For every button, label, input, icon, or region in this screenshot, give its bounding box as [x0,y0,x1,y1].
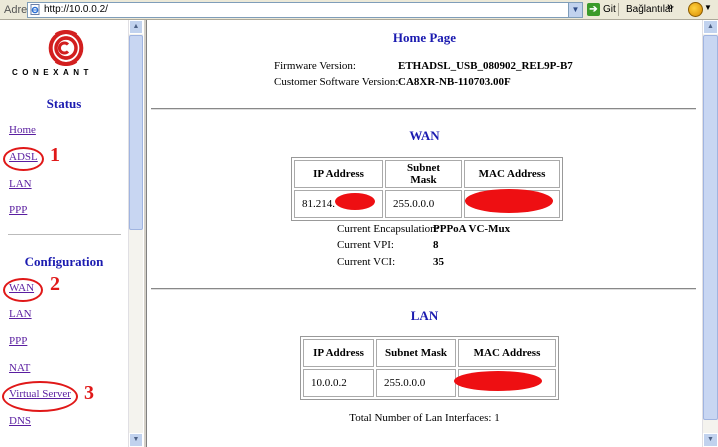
toolbar-separator [618,3,619,16]
page-title: Home Page [392,30,457,45]
left-nav-frame: CONEXANT Status Home ADSL LAN PPP Config… [0,20,143,447]
left-frame-scrollbar[interactable]: ▲ ▼ [128,20,143,447]
scroll-up-arrow-icon[interactable]: ▲ [703,20,718,34]
current-vpi-value: 8 [433,239,439,251]
conexant-logo-icon [48,30,84,66]
current-vci-value: 35 [433,256,444,268]
nav-link-status-ppp[interactable]: PPP [9,204,27,216]
wan-ip-redaction [335,193,375,210]
current-vci-label: Current VCI: [337,256,396,268]
section-divider [151,108,696,110]
total-lan-interfaces-label: Total Number of Lan Interfaces: [349,412,492,424]
total-lan-interfaces-value: 1 [494,412,500,424]
lan-ip-address: 10.0.0.2 [303,369,374,397]
ie-page-icon [30,4,40,15]
globe-icon[interactable] [688,2,703,17]
status-section-title: Status [46,96,82,111]
annotation-number-2: 2 [50,273,60,295]
scroll-thumb[interactable] [703,35,718,420]
nav-link-status-lan[interactable]: LAN [9,178,32,190]
lan-col-ip-address: IP Address [303,339,374,367]
chevron-down-icon[interactable]: ▼ [704,3,712,12]
wan-col-mac-address: MAC Address [464,160,560,188]
main-frame-scrollbar[interactable]: ▲ ▼ [702,20,718,447]
lan-col-subnet-mask: Subnet Mask [376,339,456,367]
customer-software-version-value: CA8XR-NB-110703.00F [398,76,511,88]
annotation-circle-wan [3,278,43,302]
lan-section-title: LAN [410,308,439,323]
go-label: Git [603,4,616,15]
toolbar-overflow-chevron[interactable]: » [667,1,673,13]
firmware-version-label: Firmware Version: [274,60,356,72]
scroll-thumb[interactable] [129,35,143,230]
address-dropdown-button[interactable]: ▼ [568,3,582,17]
annotation-circle-adsl [3,147,44,171]
wan-section-title: WAN [409,128,440,143]
lan-mac-redaction [454,371,542,391]
annotation-circle-virtual-server [2,381,78,412]
go-arrow-icon: ➔ [587,3,600,16]
wan-table-header-row: IP Address Subnet Mask MAC Address [294,160,560,188]
wan-col-ip-address: IP Address [294,160,383,188]
lan-col-mac-address: MAC Address [458,339,556,367]
go-button[interactable]: ➔ Git [587,2,616,17]
nav-link-config-lan[interactable]: LAN [9,308,32,320]
nav-link-config-nat[interactable]: NAT [9,362,30,374]
nav-link-status-home[interactable]: Home [9,124,36,136]
total-lan-interfaces: Total Number of Lan Interfaces: 1 [147,412,702,424]
current-encapsulation-value: PPPoA VC-Mux [433,223,511,235]
customer-software-version-label: Customer Software Version: [274,76,399,88]
current-vpi-label: Current VPI: [337,239,394,251]
lan-info-table: IP Address Subnet Mask MAC Address 10.0.… [300,336,559,400]
section-divider [151,288,696,290]
address-toolbar: Adres http://10.0.0.2/ ▼ ➔ Git Bağlantıl… [0,0,718,20]
nav-link-config-dns[interactable]: DNS [9,415,31,427]
address-input[interactable]: http://10.0.0.2/ ▼ [27,2,583,18]
firmware-version-value: ETHADSL_USB_080902_REL9P-B7 [398,60,573,72]
wan-subnet-mask: 255.0.0.0 [385,190,462,218]
scroll-down-arrow-icon[interactable]: ▼ [129,433,143,447]
scroll-down-arrow-icon[interactable]: ▼ [703,433,718,447]
left-divider [8,234,121,235]
scroll-up-arrow-icon[interactable]: ▲ [129,20,143,34]
nav-link-config-ppp[interactable]: PPP [9,335,27,347]
main-content-frame: Home Page Firmware Version: ETHADSL_USB_… [147,20,702,447]
annotation-number-3: 3 [84,382,94,404]
current-encapsulation-label: Current Encapsulation: [337,223,439,235]
annotation-number-1: 1 [50,144,60,166]
wan-mac-redaction [465,189,553,213]
wan-col-subnet-mask: Subnet Mask [385,160,462,188]
configuration-section-title: Configuration [24,254,104,269]
lan-subnet-mask: 255.0.0.0 [376,369,456,397]
conexant-logo-text: CONEXANT [12,68,93,77]
address-url: http://10.0.0.2/ [44,4,108,15]
lan-table-header-row: IP Address Subnet Mask MAC Address [303,339,556,367]
